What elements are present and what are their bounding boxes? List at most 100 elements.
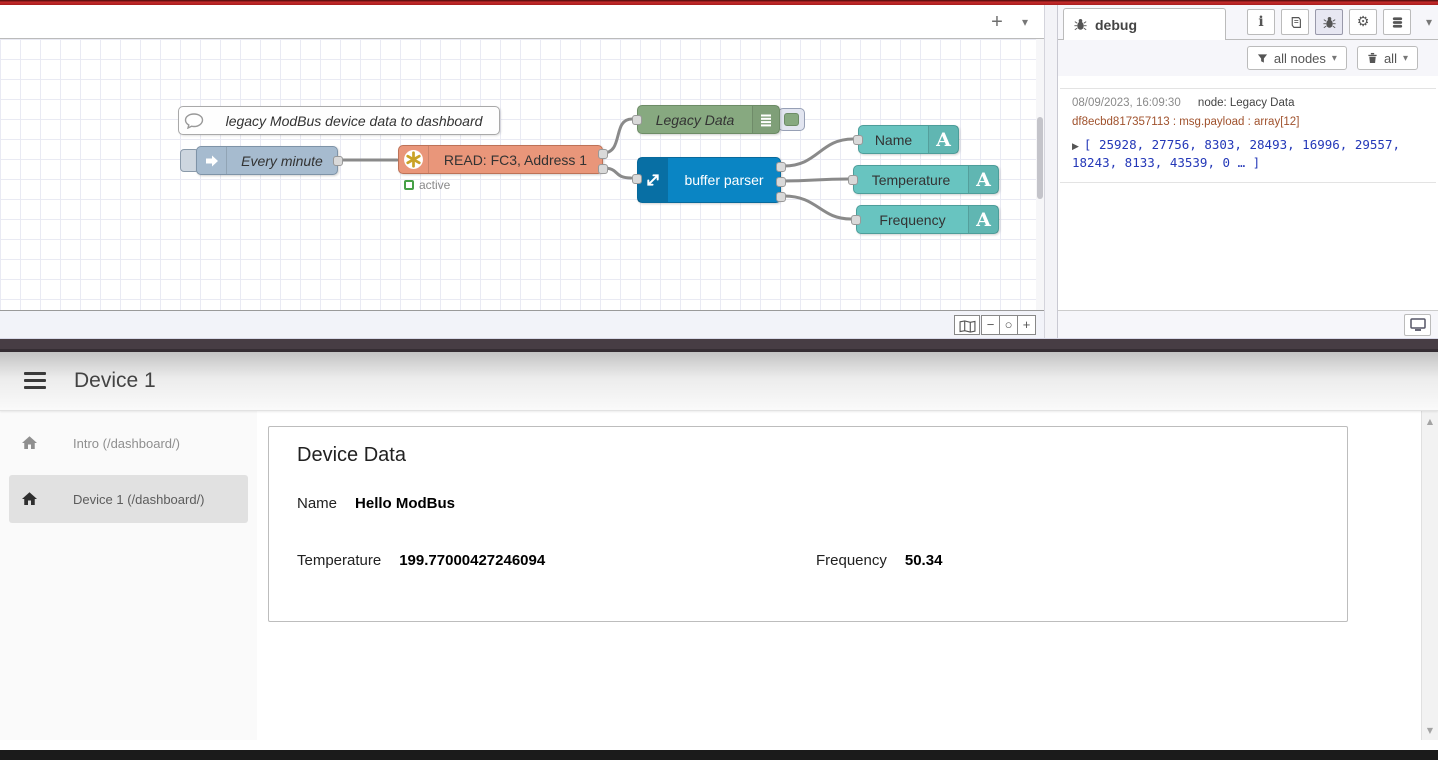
node-red-editor-window: + ▾ legacy ModBus device data to xyxy=(0,5,1438,338)
status-ring-icon xyxy=(404,180,414,190)
inject-arrow-icon xyxy=(197,147,227,174)
comment-node-label: legacy ModBus device data to dashboard xyxy=(209,113,499,129)
scrollbar-thumb[interactable] xyxy=(1037,117,1043,199)
ui-temperature-input-port[interactable] xyxy=(848,175,858,185)
tab-debug-label: debug xyxy=(1095,17,1137,33)
modbus-asterisk-icon xyxy=(399,146,429,173)
scroll-down-icon[interactable]: ▼ xyxy=(1422,722,1438,738)
caret-down-icon: ▾ xyxy=(1403,53,1408,64)
menu-hamburger-icon[interactable] xyxy=(24,372,46,389)
navigator-map-button[interactable] xyxy=(954,315,980,335)
dashboard-vertical-scrollbar[interactable]: ▲ ▼ xyxy=(1421,411,1438,740)
debug-toggle-state xyxy=(784,113,799,126)
sidebar-options-caret-icon[interactable]: ▾ xyxy=(1426,15,1432,29)
parser-input-port[interactable] xyxy=(632,174,642,184)
nav-item-device-1[interactable]: Device 1 (/dashboard/) xyxy=(9,475,248,523)
ui-temperature-label: Temperature xyxy=(854,172,968,188)
zoom-reset-button[interactable]: ○ xyxy=(999,315,1018,335)
debug-tab-button[interactable] xyxy=(1315,9,1343,35)
debug-message-value[interactable]: ▶ [ 25928, 27756, 8303, 28493, 16996, 295… xyxy=(1072,136,1428,172)
field-label: Frequency xyxy=(816,552,887,569)
wire-parser-to-name xyxy=(784,139,853,166)
workspace-vertical-scrollbar[interactable] xyxy=(1036,39,1044,310)
debug-message-path: df8ecbd817357113 : msg.payload : array[1… xyxy=(1072,116,1428,128)
scroll-up-icon[interactable]: ▲ xyxy=(1422,413,1438,429)
dashboard-main: Device Data Name Hello ModBus Temperatur… xyxy=(257,411,1421,740)
home-icon xyxy=(20,490,39,508)
dashboard-header: Device 1 xyxy=(0,352,1438,411)
workspace-footer: − ○ + xyxy=(0,310,1044,338)
help-book-tab-button[interactable] xyxy=(1281,9,1309,35)
config-gear-tab-button[interactable]: ⚙ xyxy=(1349,9,1377,35)
node-ui-text-name[interactable]: Name A xyxy=(858,125,959,154)
zoom-out-button[interactable]: − xyxy=(981,315,1000,335)
device-data-card: Device Data Name Hello ModBus Temperatur… xyxy=(268,426,1348,622)
debug-message-meta: 08/09/2023, 16:09:30 node: Legacy Data xyxy=(1072,97,1428,109)
modbus-output-port-2[interactable] xyxy=(598,164,608,174)
ui-frequency-label: Frequency xyxy=(857,212,968,228)
dashboard-nav-sidebar: Intro (/dashboard/) Device 1 (/dashboard… xyxy=(0,411,257,740)
modbus-node-label: READ: FC3, Address 1 xyxy=(429,152,602,168)
info-tab-button[interactable]: i xyxy=(1247,9,1275,35)
field-label: Name xyxy=(297,495,337,512)
debug-timestamp: 08/09/2023, 16:09:30 xyxy=(1072,97,1181,109)
clear-messages-dropdown[interactable]: all ▾ xyxy=(1357,46,1418,70)
filter-nodes-dropdown[interactable]: all nodes ▾ xyxy=(1247,46,1347,70)
debug-enable-toggle[interactable] xyxy=(778,108,805,131)
nav-item-intro[interactable]: Intro (/dashboard/) xyxy=(9,419,248,467)
tab-debug[interactable]: debug xyxy=(1063,8,1226,40)
parser-output-port-2[interactable] xyxy=(776,177,786,187)
ui-name-input-port[interactable] xyxy=(853,135,863,145)
expand-triangle-icon[interactable]: ▶ xyxy=(1072,142,1079,152)
node-inject[interactable]: Every minute xyxy=(196,146,338,175)
trash-icon xyxy=(1367,52,1378,64)
debug-input-port[interactable] xyxy=(632,115,642,125)
page-title: Device 1 xyxy=(74,369,156,393)
node-buffer-parser[interactable]: buffer parser xyxy=(637,157,781,203)
screen: + ▾ legacy ModBus device data to xyxy=(0,0,1438,760)
debug-console-icon xyxy=(752,106,779,133)
bottom-dark-bar xyxy=(0,750,1438,760)
flow-canvas[interactable]: legacy ModBus device data to dashboard E… xyxy=(0,39,1044,310)
context-data-tab-button[interactable] xyxy=(1383,9,1411,35)
expand-arrows-icon xyxy=(638,158,668,202)
clear-all-label: all xyxy=(1384,51,1397,66)
modbus-output-port-1[interactable] xyxy=(598,149,608,159)
sidebar-header: debug i ⚙ ▾ xyxy=(1058,5,1438,40)
payload-array-line-1: [ 25928, 27756, 8303, 28493, 16996, 2955… xyxy=(1084,137,1400,152)
ui-name-label: Name xyxy=(859,132,928,148)
add-flow-button[interactable]: + xyxy=(984,9,1010,35)
inject-node-label: Every minute xyxy=(227,153,337,169)
parser-output-port-3[interactable] xyxy=(776,192,786,202)
speech-bubble-icon xyxy=(179,107,209,134)
inject-output-port[interactable] xyxy=(333,156,343,166)
window-separator-bar xyxy=(0,338,1438,352)
field-temperature: Temperature 199.77000427246094 xyxy=(297,552,545,569)
node-comment[interactable]: legacy ModBus device data to dashboard xyxy=(178,106,500,135)
node-debug-legacy-data[interactable]: Legacy Data xyxy=(637,105,780,134)
monitor-icon xyxy=(1410,318,1426,332)
debug-node-label: Legacy Data xyxy=(638,112,752,128)
text-A-icon: A xyxy=(968,166,998,193)
node-ui-text-temperature[interactable]: Temperature A xyxy=(853,165,999,194)
debug-message[interactable]: 08/09/2023, 16:09:30 node: Legacy Data d… xyxy=(1060,88,1436,183)
text-A-icon: A xyxy=(928,126,958,153)
field-name: Name Hello ModBus xyxy=(297,495,455,512)
node-modbus-read[interactable]: READ: FC3, Address 1 xyxy=(398,145,603,174)
debug-message-list[interactable]: 08/09/2023, 16:09:30 node: Legacy Data d… xyxy=(1058,76,1438,310)
zoom-in-button[interactable]: + xyxy=(1017,315,1036,335)
field-value: 199.77000427246094 xyxy=(399,552,545,569)
sidebar-resize-handle[interactable] xyxy=(1044,5,1058,338)
card-title: Device Data xyxy=(297,444,406,467)
node-ui-text-frequency[interactable]: Frequency A xyxy=(856,205,999,234)
parser-output-port-1[interactable] xyxy=(776,162,786,172)
field-label: Temperature xyxy=(297,552,381,569)
debug-source-node: node: Legacy Data xyxy=(1198,97,1295,109)
payload-array-line-2: 18243, 8133, 43539, 0 … ] xyxy=(1072,154,1428,172)
ui-frequency-input-port[interactable] xyxy=(851,215,861,225)
open-debug-window-button[interactable] xyxy=(1404,314,1431,336)
flow-list-caret-icon[interactable]: ▾ xyxy=(1012,9,1038,35)
debug-sidebar: debug i ⚙ ▾ xyxy=(1058,5,1438,338)
field-value: 50.34 xyxy=(905,552,943,569)
debug-toolbar: all nodes ▾ all ▾ xyxy=(1058,40,1438,76)
